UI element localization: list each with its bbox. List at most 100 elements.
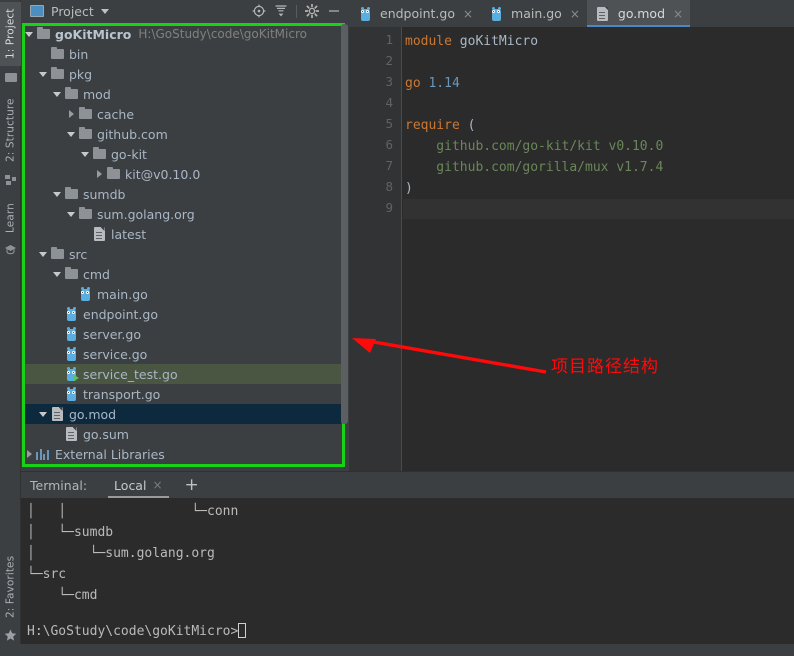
close-icon[interactable]: ×	[673, 7, 683, 21]
tree-item-go-kit[interactable]: go-kit	[23, 144, 341, 164]
file-doc-icon	[63, 424, 79, 444]
tree-item-label: sumdb	[83, 186, 126, 202]
chevron-right-icon[interactable]	[23, 444, 35, 464]
terminal-line: │ └─sum.golang.org	[27, 546, 215, 561]
project-tree[interactable]: goKitMicro H:\GoStudy\code\goKitMicro bin p…	[23, 24, 341, 466]
tree-item-label: go.mod	[69, 406, 117, 422]
chevron-down-icon[interactable]	[100, 8, 109, 14]
editor-tab-endpoint-go[interactable]: endpoint.go ×	[349, 0, 480, 27]
tree-item-cmd[interactable]: cmd	[23, 264, 341, 284]
folder-icon	[35, 24, 51, 44]
tree-item-bin[interactable]: bin	[23, 44, 341, 64]
tree-item-sum-golang-org[interactable]: sum.golang.org	[23, 204, 341, 224]
tree-item-label: endpoint.go	[83, 306, 158, 322]
tree-item-label: service_test.go	[83, 366, 178, 382]
chevron-down-icon[interactable]	[51, 84, 63, 104]
close-icon[interactable]: ×	[570, 7, 580, 21]
close-icon[interactable]: ×	[152, 478, 162, 492]
terminal-prompt[interactable]: H:\GoStudy\code\goKitMicro>	[27, 623, 247, 639]
code-token: 1.14	[428, 75, 460, 91]
tree-item-go-mod[interactable]: go.mod	[23, 404, 341, 424]
go-file-icon	[77, 284, 93, 304]
chevron-down-icon[interactable]	[37, 244, 49, 264]
chevron-down-icon[interactable]	[51, 264, 63, 284]
collapse-all-icon[interactable]	[271, 1, 291, 21]
editor-gutter: 1 2 3 4 5 6 7 8 9	[349, 27, 402, 471]
go-file-icon	[63, 324, 79, 344]
tree-item-main-go[interactable]: main.go	[23, 284, 341, 304]
tree-item-sumdb[interactable]: sumdb	[23, 184, 341, 204]
tree-item-label: service.go	[83, 346, 148, 362]
chevron-right-icon[interactable]	[65, 104, 77, 124]
editor-tab-go-mod[interactable]: go.mod ×	[586, 0, 691, 27]
editor-tab-label: main.go	[511, 6, 562, 21]
chevron-right-icon[interactable]	[93, 164, 105, 184]
minimize-icon[interactable]	[324, 1, 344, 21]
toolbar-divider	[296, 4, 297, 18]
editor-tab-main-go[interactable]: main.go ×	[480, 0, 587, 27]
scrollbar-thumb[interactable]	[341, 24, 348, 424]
locate-icon[interactable]	[249, 1, 269, 21]
tree-item-service-go[interactable]: service.go	[23, 344, 341, 364]
chevron-down-icon[interactable]	[79, 144, 91, 164]
terminal-output[interactable]: │ │ └─conn │ └─sumdb │ └─sum.golang.org └─s…	[21, 498, 794, 644]
chevron-down-icon[interactable]	[37, 64, 49, 84]
chevron-down-icon[interactable]	[65, 124, 77, 144]
line-number: 7	[385, 158, 393, 173]
tree-item-github-com[interactable]: github.com	[23, 124, 341, 144]
tree-item-latest[interactable]: latest	[23, 224, 341, 244]
code-line[interactable]	[403, 94, 794, 114]
tree-item-mod[interactable]: mod	[23, 84, 341, 104]
folder-icon	[49, 44, 65, 64]
folder-icon	[77, 124, 93, 144]
code-token: github.com/gorilla/mux v1.7.4	[405, 159, 664, 175]
code-line[interactable]: github.com/gorilla/mux v1.7.4	[403, 157, 794, 177]
tree-item-label: github.com	[97, 126, 168, 142]
file-doc-icon	[91, 224, 107, 244]
file-doc-icon	[49, 404, 65, 424]
tree-item-transport-go[interactable]: transport.go	[23, 384, 341, 404]
structure-icon	[3, 172, 18, 187]
code-line[interactable]	[403, 199, 794, 219]
chevron-down-icon[interactable]	[65, 204, 77, 224]
tree-item-external-libraries[interactable]: External Libraries	[23, 444, 341, 464]
close-icon[interactable]: ×	[463, 7, 473, 21]
sidebar-item-favorites[interactable]: 2: Favorites	[0, 548, 21, 626]
code-line[interactable]: require (	[403, 115, 794, 135]
sidebar-item-project[interactable]: 1: Project	[0, 2, 21, 66]
chevron-down-icon[interactable]	[23, 24, 35, 44]
left-tool-rail: 1: Project 2: Structure Learn 2: Favorit…	[0, 0, 21, 656]
gear-icon[interactable]	[302, 1, 322, 21]
tree-item-src[interactable]: src	[23, 244, 341, 264]
tree-item-gokitmicro[interactable]: goKitMicro H:\GoStudy\code\goKitMicro	[23, 24, 341, 44]
code-line[interactable]: module goKitMicro	[403, 31, 794, 51]
tree-twisty-empty	[65, 284, 77, 304]
project-tree-scrollbar[interactable]	[341, 24, 348, 465]
tree-item-endpoint-go[interactable]: endpoint.go	[23, 304, 341, 324]
tree-item-cache[interactable]: cache	[23, 104, 341, 124]
editor-tab-bar[interactable]: endpoint.go × main.go × go.mod ×	[349, 0, 794, 27]
code-line[interactable]: github.com/go-kit/kit v0.10.0	[403, 136, 794, 156]
tree-twisty-empty	[51, 344, 63, 364]
go-file-icon	[488, 4, 504, 24]
tree-item-pkg[interactable]: pkg	[23, 64, 341, 84]
chevron-down-icon[interactable]	[51, 184, 63, 204]
sidebar-item-learn[interactable]: Learn	[0, 196, 21, 240]
code-line[interactable]: )	[403, 178, 794, 198]
code-line[interactable]: go 1.14	[403, 73, 794, 93]
code-editor[interactable]: 1 2 3 4 5 6 7 8 9 module goKitMicro go 1.14 requir…	[349, 27, 794, 471]
chevron-down-icon[interactable]	[37, 404, 49, 424]
tree-item-service-test-go[interactable]: service_test.go	[23, 364, 341, 384]
add-terminal-tab-button[interactable]: +	[185, 476, 199, 494]
tree-item-label: src	[69, 246, 88, 262]
folder-icon	[105, 164, 121, 184]
editor-code-area[interactable]: module goKitMicro go 1.14 require ( github…	[403, 27, 794, 471]
code-line[interactable]	[403, 52, 794, 72]
tree-item-server-go[interactable]: server.go	[23, 324, 341, 344]
terminal-tab-label: Local	[114, 477, 147, 493]
terminal-tab-local[interactable]: Local ×	[108, 472, 169, 498]
tree-item-label: sum.golang.org	[97, 206, 195, 222]
tree-item-go-sum[interactable]: go.sum	[23, 424, 341, 444]
sidebar-item-structure[interactable]: 2: Structure	[0, 92, 21, 168]
tree-item-kit-v0-10-0[interactable]: kit@v0.10.0	[23, 164, 341, 184]
